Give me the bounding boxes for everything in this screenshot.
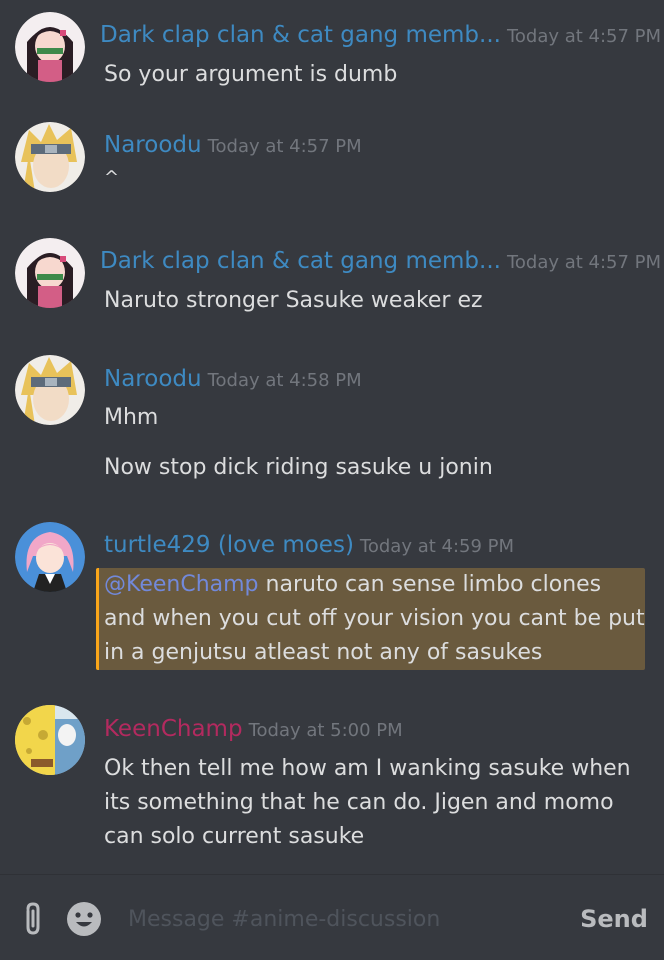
message-text: So your argument is dumb — [104, 62, 398, 87]
anime-girl-avatar-icon[interactable] — [15, 238, 85, 308]
timestamp: Today at 4:57 PM — [506, 26, 662, 47]
anime-girl-avatar-icon[interactable] — [15, 12, 85, 82]
user-mention[interactable]: @KeenChamp — [104, 572, 259, 597]
message-text: Naruto stronger Sasuke weaker ez — [104, 288, 483, 313]
pink-hair-avatar-icon[interactable] — [15, 522, 85, 592]
message-header: Dark clap clan & cat gang memb... Today a… — [100, 22, 661, 48]
timestamp: Today at 5:00 PM — [248, 720, 403, 741]
message-text: ^ — [104, 167, 120, 188]
username[interactable]: Dark clap clan & cat gang memb... — [100, 248, 501, 274]
anime-ninja-avatar-icon[interactable] — [15, 355, 85, 425]
username[interactable]: KeenChamp — [104, 716, 243, 742]
timestamp: Today at 4:58 PM — [207, 370, 362, 391]
username[interactable]: turtle429 (love moes) — [104, 532, 354, 558]
message-header: Naroodu Today at 4:58 PM — [100, 366, 362, 392]
anime-ninja-avatar-icon[interactable] — [15, 122, 85, 192]
message-header: Dark clap clan & cat gang memb... Today a… — [100, 248, 661, 274]
timestamp: Today at 4:57 PM — [207, 136, 362, 157]
sponge-avatar-icon[interactable] — [15, 705, 85, 775]
chat-window: Dark clap clan & cat gang memb... Today a… — [0, 0, 664, 960]
message-input[interactable] — [122, 899, 574, 939]
username[interactable]: Dark clap clan & cat gang memb... — [100, 22, 501, 48]
send-button[interactable]: Send — [574, 899, 654, 939]
message-text: its something that he can do. Jigen and … — [104, 790, 614, 815]
message-text: Now stop dick riding sasuke u jonin — [104, 455, 493, 480]
paperclip-icon[interactable] — [20, 901, 46, 941]
message-text: Mhm — [104, 405, 159, 430]
message-text: and when you cut off your vision you can… — [104, 606, 645, 631]
message-text: Ok then tell me how am I wanking sasuke … — [104, 756, 631, 781]
timestamp: Today at 4:59 PM — [359, 536, 515, 557]
username[interactable]: Naroodu — [104, 132, 202, 158]
message-header: turtle429 (love moes) Today at 4:59 PM — [100, 532, 514, 558]
message-composer: Send — [0, 874, 664, 960]
message-text: @KeenChamp naruto can sense limbo clones — [104, 572, 601, 597]
message-text: in a genjutsu atleast not any of sasukes — [104, 640, 543, 665]
message-text-fragment: naruto can sense limbo clones — [258, 572, 602, 597]
username[interactable]: Naroodu — [104, 366, 202, 392]
message-header: KeenChamp Today at 5:00 PM — [100, 716, 403, 742]
emoji-icon[interactable] — [66, 901, 102, 941]
message-text: can solo current sasuke — [104, 824, 365, 849]
message-header: Naroodu Today at 4:57 PM — [100, 132, 362, 158]
timestamp: Today at 4:57 PM — [506, 252, 662, 273]
